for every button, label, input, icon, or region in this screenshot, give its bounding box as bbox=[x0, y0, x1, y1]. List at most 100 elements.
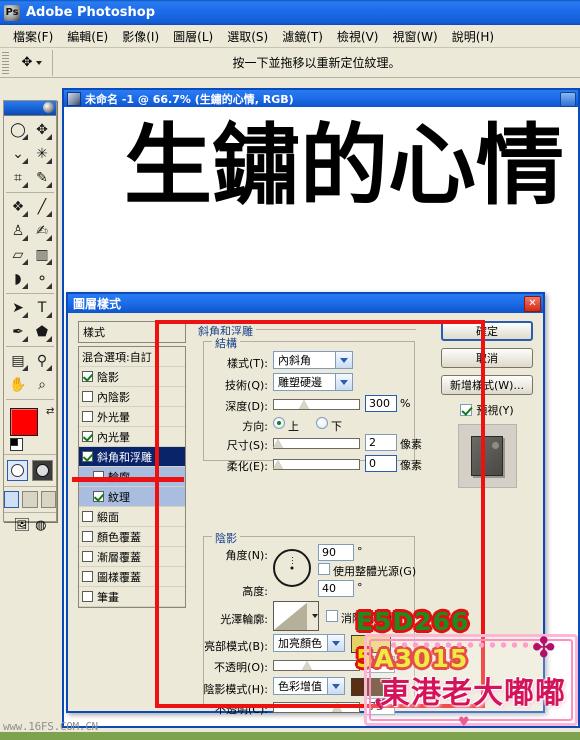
dialog-titlebar[interactable]: 圖層樣式 ✕ bbox=[68, 294, 543, 313]
style-item-pattern-overlay[interactable]: 圖樣覆蓋 bbox=[79, 567, 185, 587]
move-tool-icon[interactable]: ✥ bbox=[30, 118, 54, 142]
preview-checkbox[interactable] bbox=[460, 404, 473, 416]
style-item-stroke[interactable]: 筆畫 bbox=[79, 587, 185, 607]
style-item-bevel-and-emboss[interactable]: 斜角和浮雕 bbox=[79, 447, 185, 467]
shadow-opacity-slider[interactable] bbox=[273, 702, 360, 713]
checkbox-icon[interactable] bbox=[93, 491, 104, 502]
chevron-down-icon[interactable] bbox=[327, 635, 344, 651]
style-item-outer-glow[interactable]: 外光暈 bbox=[79, 407, 185, 427]
chevron-down-icon[interactable] bbox=[335, 352, 352, 368]
eyedropper-tool-icon[interactable]: ⚲ bbox=[30, 349, 54, 373]
default-colors-icon[interactable] bbox=[10, 438, 23, 451]
path-selection-tool-icon[interactable]: ➤ bbox=[6, 296, 30, 320]
cancel-button[interactable]: 取消 bbox=[441, 348, 533, 368]
highlight-mode-dropdown[interactable]: 加亮顏色 bbox=[273, 634, 345, 652]
quick-mask-mode-button[interactable] bbox=[32, 460, 53, 481]
style-item-inner-shadow[interactable]: 內陰影 bbox=[79, 387, 185, 407]
zoom-tool-icon[interactable]: ⌕ bbox=[30, 373, 54, 397]
menu-layer[interactable]: 圖層(L) bbox=[166, 26, 220, 47]
new-style-button[interactable]: 新增樣式(W)... bbox=[441, 375, 533, 395]
toolbox-header[interactable] bbox=[4, 101, 56, 116]
size-slider-knob[interactable] bbox=[273, 439, 283, 448]
technique-dropdown[interactable]: 雕塑硬邊 bbox=[273, 373, 353, 391]
style-item-drop-shadow[interactable]: 陰影 bbox=[79, 367, 185, 387]
blur-tool-icon[interactable]: ◗ bbox=[6, 267, 30, 291]
shadow-opacity-slider-knob[interactable] bbox=[332, 703, 342, 712]
menu-help[interactable]: 說明(H) bbox=[445, 26, 501, 47]
standard-mode-button[interactable] bbox=[7, 460, 28, 481]
checkbox-icon[interactable] bbox=[82, 371, 93, 382]
menu-window[interactable]: 視窗(W) bbox=[385, 26, 444, 47]
checkbox-icon[interactable] bbox=[82, 531, 93, 542]
jump-to-imageready-icon[interactable]: 🖼 bbox=[14, 518, 31, 533]
magic-wand-tool-icon[interactable]: ✳ bbox=[30, 142, 54, 166]
checkbox-icon[interactable] bbox=[82, 571, 93, 582]
fullscreen-menubar-mode-button[interactable] bbox=[22, 491, 38, 508]
standard-screen-mode-button[interactable] bbox=[4, 491, 20, 508]
chevron-down-icon[interactable] bbox=[311, 614, 318, 618]
menu-edit[interactable]: 編輯(E) bbox=[60, 26, 115, 47]
style-item-color-overlay[interactable]: 顏色覆蓋 bbox=[79, 527, 185, 547]
swap-colors-icon[interactable]: ⇄ bbox=[46, 406, 54, 417]
menu-select[interactable]: 選取(S) bbox=[220, 26, 275, 47]
menu-view[interactable]: 檢視(V) bbox=[330, 26, 386, 47]
styles-blending-options[interactable]: 混合選項:自訂 bbox=[79, 347, 185, 367]
style-item-satin[interactable]: 緞面 bbox=[79, 507, 185, 527]
chevron-down-icon[interactable] bbox=[335, 374, 352, 390]
gloss-contour-preview[interactable] bbox=[273, 601, 309, 631]
depth-slider[interactable] bbox=[273, 399, 360, 410]
fullscreen-mode-button[interactable] bbox=[40, 491, 56, 508]
dodge-tool-icon[interactable]: ⚬ bbox=[30, 267, 54, 291]
options-bar-grip[interactable] bbox=[2, 51, 9, 74]
soften-value-input[interactable]: 0 bbox=[365, 455, 397, 472]
clone-stamp-tool-icon[interactable]: ♙ bbox=[6, 219, 30, 243]
gradient-tool-icon[interactable]: ▥ bbox=[30, 243, 54, 267]
lasso-tool-icon[interactable]: ⌄ bbox=[6, 142, 30, 166]
checkbox-icon[interactable] bbox=[82, 511, 93, 522]
marquee-tool-icon[interactable]: ◯ bbox=[6, 118, 30, 142]
size-value-input[interactable]: 2 bbox=[365, 434, 397, 451]
use-global-light-checkbox[interactable] bbox=[318, 563, 330, 575]
shadow-mode-dropdown[interactable]: 色彩增值 bbox=[273, 677, 345, 695]
hand-tool-icon[interactable]: ✋ bbox=[6, 373, 30, 397]
pen-tool-icon[interactable]: ✒ bbox=[6, 320, 30, 344]
angle-dial[interactable] bbox=[273, 549, 311, 587]
chevron-down-icon[interactable] bbox=[327, 678, 344, 694]
notes-tool-icon[interactable]: ▤ bbox=[6, 349, 30, 373]
close-icon[interactable]: ✕ bbox=[524, 296, 541, 312]
type-tool-icon[interactable]: T bbox=[30, 296, 54, 320]
checkbox-icon[interactable] bbox=[82, 391, 93, 402]
highlight-opacity-slider-knob[interactable] bbox=[302, 661, 312, 670]
direction-down-radio[interactable] bbox=[316, 417, 328, 429]
checkbox-icon[interactable] bbox=[82, 551, 93, 562]
document-minimize-button[interactable] bbox=[560, 92, 576, 107]
move-tool-icon[interactable]: ✥ bbox=[12, 49, 53, 76]
checkbox-icon[interactable] bbox=[82, 431, 93, 442]
history-brush-tool-icon[interactable]: ✍ bbox=[30, 219, 54, 243]
chevron-down-icon[interactable] bbox=[36, 60, 43, 65]
checkbox-icon[interactable] bbox=[82, 451, 93, 462]
direction-up-radio[interactable] bbox=[273, 417, 285, 429]
altitude-value-input[interactable]: 40 bbox=[318, 580, 354, 597]
soften-slider[interactable] bbox=[273, 459, 360, 470]
highlight-opacity-slider[interactable] bbox=[273, 660, 360, 671]
style-item-gradient-overlay[interactable]: 漸層覆蓋 bbox=[79, 547, 185, 567]
slice-tool-icon[interactable]: ✎ bbox=[30, 166, 54, 190]
custom-shape-tool-icon[interactable]: ⬟ bbox=[30, 320, 54, 344]
brush-tool-icon[interactable]: ╱ bbox=[30, 195, 54, 219]
quick-mask-icon[interactable]: ◍ bbox=[35, 518, 46, 533]
checkbox-icon[interactable] bbox=[82, 591, 93, 602]
menu-image[interactable]: 影像(I) bbox=[115, 26, 166, 47]
angle-value-input[interactable]: 90 bbox=[318, 544, 354, 561]
anti-alias-checkbox[interactable] bbox=[326, 610, 338, 622]
soften-slider-knob[interactable] bbox=[273, 460, 283, 469]
depth-slider-knob[interactable] bbox=[299, 400, 309, 409]
foreground-color-swatch[interactable] bbox=[10, 408, 38, 436]
document-titlebar[interactable]: 未命名 -1 @ 66.7% (生鏽的心情, RGB) bbox=[64, 90, 578, 107]
ok-button[interactable]: 確定 bbox=[441, 321, 533, 341]
style-dropdown[interactable]: 內斜角 bbox=[273, 351, 353, 369]
size-slider[interactable] bbox=[273, 438, 360, 449]
gloss-contour-dropdown[interactable] bbox=[307, 601, 319, 631]
menu-filter[interactable]: 濾鏡(T) bbox=[275, 26, 330, 47]
depth-value-input[interactable]: 300 bbox=[365, 395, 397, 412]
